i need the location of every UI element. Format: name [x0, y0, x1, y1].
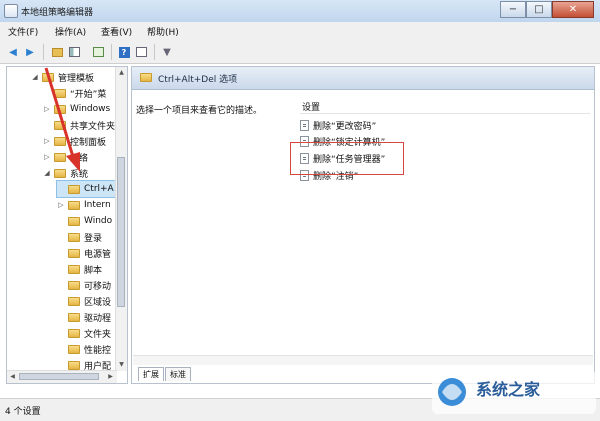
help-icon[interactable]: ?	[117, 45, 131, 59]
folder-icon	[68, 328, 80, 338]
show-hide-tree-icon[interactable]	[67, 45, 81, 59]
menu-view[interactable]: 查看(V)	[101, 25, 132, 38]
details-header: Ctrl+Alt+Del 选项	[132, 67, 594, 90]
scroll-right-icon[interactable]: ▶	[105, 371, 116, 382]
tree-item[interactable]: 可移动	[57, 277, 111, 293]
settings-column-header[interactable]: 设置	[300, 97, 590, 114]
tree-item[interactable]: 驱动程	[57, 309, 111, 325]
folder-icon	[140, 73, 152, 82]
toolbar-separator	[43, 44, 44, 60]
export-icon[interactable]	[91, 45, 105, 59]
menu-bar: 文件(F) 操作(A) 查看(V) 帮助(H)	[0, 22, 600, 42]
setting-row[interactable]: 删除“更改密码”	[300, 117, 376, 133]
tree-item[interactable]: 文件夹	[57, 325, 111, 341]
window-title: 本地组策略编辑器	[21, 8, 94, 18]
folder-icon	[68, 344, 80, 354]
tree-item[interactable]: Windo	[57, 213, 112, 229]
toolbar-separator	[111, 44, 112, 60]
menu-file[interactable]: 文件(F)	[8, 25, 38, 38]
forward-arrow-icon[interactable]: ▶	[23, 45, 37, 59]
tree-item-selected[interactable]: Ctrl+A	[56, 180, 118, 198]
folder-icon	[68, 184, 80, 194]
up-folder-icon[interactable]	[50, 45, 64, 59]
window-controls: − □ ✕	[500, 1, 594, 19]
folder-icon	[68, 280, 80, 290]
folder-icon	[68, 296, 80, 306]
menu-action[interactable]: 操作(A)	[55, 25, 86, 38]
scroll-down-icon[interactable]: ▼	[116, 359, 127, 370]
tree-item[interactable]: ▷ Intern	[57, 197, 110, 213]
folder-icon	[68, 264, 80, 274]
toolbar-separator	[154, 44, 155, 60]
folder-icon	[68, 232, 80, 242]
tree-item[interactable]: 性能控	[57, 341, 111, 357]
description-text: 选择一个项目来查看它的描述。	[136, 106, 263, 116]
highlight-box	[290, 142, 404, 175]
properties-icon[interactable]	[134, 45, 148, 59]
tree-item[interactable]: 脚本	[57, 261, 102, 277]
scroll-up-icon[interactable]: ▲	[116, 67, 127, 78]
details-pane: Ctrl+Alt+Del 选项 选择一个项目来查看它的描述。 设置 删除“更改密…	[131, 66, 595, 384]
filter-icon[interactable]: ▼	[160, 45, 174, 59]
folder-icon	[68, 248, 80, 258]
tree-vertical-scrollbar[interactable]: ▲ ▼	[115, 67, 127, 371]
maximize-button[interactable]: □	[526, 1, 552, 18]
scroll-left-icon[interactable]: ◀	[7, 371, 18, 382]
details-header-title: Ctrl+Alt+Del 选项	[158, 75, 238, 85]
tab-extended[interactable]: 扩展	[138, 367, 164, 381]
tree-item[interactable]: 登录	[57, 229, 102, 245]
folder-icon	[68, 312, 80, 322]
policy-setting-icon	[300, 119, 309, 131]
tab-standard[interactable]: 标准	[165, 367, 191, 381]
expand-triangle-icon[interactable]: ◢	[31, 73, 39, 81]
title-bar: 本地组策略编辑器 − □ ✕	[0, 0, 600, 23]
scroll-thumb[interactable]	[19, 373, 99, 380]
folder-icon	[68, 200, 80, 210]
watermark-text: 系统之家	[476, 380, 541, 399]
scroll-thumb[interactable]	[117, 157, 125, 307]
menu-help[interactable]: 帮助(H)	[147, 25, 179, 38]
tree-item[interactable]: 电源管	[57, 245, 111, 261]
status-text: 4 个设置	[5, 407, 41, 417]
collapse-triangle-icon[interactable]: ▷	[57, 201, 65, 209]
details-horizontal-scrollbar[interactable]	[133, 355, 593, 365]
close-button[interactable]: ✕	[552, 1, 594, 18]
folder-icon	[68, 216, 80, 226]
minimize-button[interactable]: −	[500, 1, 526, 18]
tree-horizontal-scrollbar[interactable]: ◀ ▶	[7, 370, 117, 383]
annotation-arrow-icon	[44, 67, 80, 172]
view-tabs: 扩展 标准	[138, 367, 192, 381]
folder-icon	[68, 360, 80, 370]
back-arrow-icon[interactable]: ◀	[6, 45, 20, 59]
app-icon	[4, 4, 18, 18]
tree-item[interactable]: 区域设	[57, 293, 111, 309]
